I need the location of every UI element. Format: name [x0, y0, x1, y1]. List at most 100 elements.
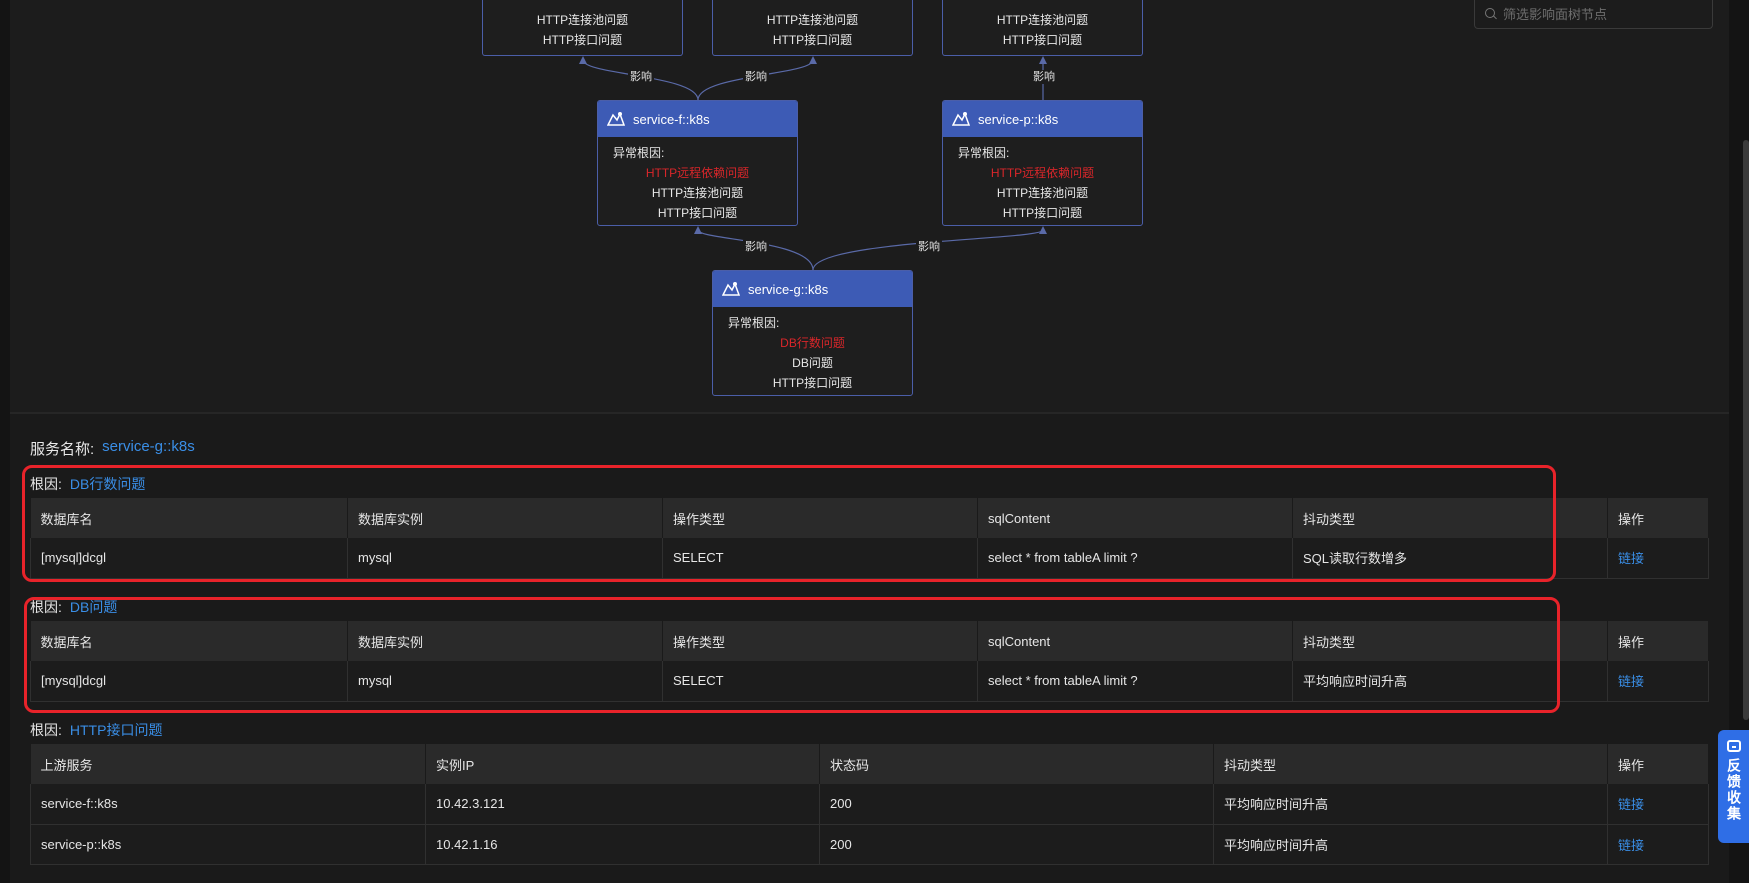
column-header: 数据库实例	[347, 621, 663, 661]
feedback-label: 反馈收集	[1726, 758, 1742, 822]
table-row: service-p::k8s 10.42.1.16 200 平均响应时间升高 链…	[30, 824, 1709, 865]
root-cause-item: HTTP连接池问题	[996, 186, 1089, 200]
table-cell: SELECT	[662, 538, 978, 579]
link-action[interactable]: 链接	[1618, 674, 1644, 689]
table-cell: 平均响应时间升高	[1292, 661, 1608, 702]
edge-label-impact: 影响	[743, 70, 769, 84]
action-cell: 链接	[1607, 538, 1709, 579]
service-name-label: 服务名称:	[30, 441, 95, 458]
table-cell: 平均响应时间升高	[1213, 784, 1608, 825]
column-header: 抖动类型	[1292, 621, 1608, 661]
table-cell: select * from tableA limit ?	[977, 661, 1293, 702]
root-cause-item: DB问题	[792, 356, 833, 370]
root-cause-title: 根因: DB问题	[30, 597, 117, 617]
table-row: [mysql]dcgl mysql SELECT select * from t…	[30, 538, 1709, 579]
tree-node-service-f[interactable]: service-f::k8s 异常根因: HTTP远程依赖问题 HTTP连接池问…	[597, 100, 798, 226]
table-row: service-f::k8s 10.42.3.121 200 平均响应时间升高 …	[30, 784, 1709, 825]
edge-label-impact: 影响	[743, 240, 769, 254]
root-cause-label: 异常根因:	[958, 146, 1010, 160]
db-rows-table: 数据库名 数据库实例 操作类型 sqlContent 抖动类型 操作 [mysq…	[30, 498, 1709, 579]
column-header: sqlContent	[977, 621, 1293, 661]
link-action[interactable]: 链接	[1618, 551, 1644, 566]
table-cell: SELECT	[662, 661, 978, 702]
search-icon	[1485, 8, 1497, 20]
root-cause-title: 根因: DB行数问题	[30, 474, 145, 494]
tree-node-top-2[interactable]: HTTP连接池问题 HTTP接口问题	[712, 0, 913, 56]
root-cause-key: 根因:	[30, 722, 62, 738]
table-cell: 10.42.3.121	[425, 784, 820, 825]
root-cause-item: HTTP接口问题	[542, 33, 623, 47]
column-header: 操作	[1607, 498, 1709, 538]
node-filter-input[interactable]	[1503, 6, 1703, 22]
column-header: 操作	[1607, 621, 1709, 661]
node-filter-search[interactable]	[1474, 0, 1713, 29]
root-cause-item: HTTP接口问题	[772, 376, 853, 390]
column-header: 实例IP	[425, 744, 820, 784]
column-header: 数据库实例	[347, 498, 663, 538]
edge-label-impact: 影响	[1031, 70, 1057, 84]
root-cause-label: 异常根因:	[613, 146, 665, 160]
root-cause-item: HTTP连接池问题	[536, 13, 629, 27]
action-cell: 链接	[1607, 784, 1709, 825]
root-cause-item: HTTP接口问题	[657, 206, 738, 220]
link-action[interactable]: 链接	[1618, 838, 1644, 853]
table-cell: SQL读取行数增多	[1292, 538, 1608, 579]
column-header: 操作	[1607, 744, 1709, 784]
service-icon	[607, 112, 625, 126]
service-icon	[952, 112, 970, 126]
root-cause-value[interactable]: HTTP接口问题	[70, 720, 163, 740]
node-title: service-p::k8s	[978, 111, 1059, 127]
table-cell: [mysql]dcgl	[30, 538, 348, 579]
db-table: 数据库名 数据库实例 操作类型 sqlContent 抖动类型 操作 [mysq…	[30, 621, 1709, 702]
column-header: 上游服务	[30, 744, 426, 784]
table-cell: mysql	[347, 661, 663, 702]
table-row: [mysql]dcgl mysql SELECT select * from t…	[30, 661, 1709, 702]
root-cause-item: HTTP连接池问题	[996, 13, 1089, 27]
edge-label-impact: 影响	[628, 70, 654, 84]
table-cell: select * from tableA limit ?	[977, 538, 1293, 579]
table-cell: 平均响应时间升高	[1213, 824, 1608, 865]
scrollbar[interactable]	[1743, 140, 1749, 720]
root-cause-value[interactable]: DB问题	[70, 597, 117, 617]
tree-node-service-g[interactable]: service-g::k8s 异常根因: DB行数问题 DB问题 HTTP接口问…	[712, 270, 913, 396]
column-header: 数据库名	[30, 621, 348, 661]
root-cause-item: HTTP接口问题	[1002, 206, 1083, 220]
column-header: 状态码	[819, 744, 1214, 784]
root-cause-item: HTTP接口问题	[772, 33, 853, 47]
node-title: service-f::k8s	[633, 111, 710, 127]
http-table: 上游服务 实例IP 状态码 抖动类型 操作 service-f::k8s 10.…	[30, 744, 1709, 865]
service-name-value[interactable]: service-g::k8s	[102, 438, 195, 459]
column-header: 抖动类型	[1292, 498, 1608, 538]
action-cell: 链接	[1607, 661, 1709, 702]
column-header: 操作类型	[662, 498, 978, 538]
tree-node-top-1[interactable]: HTTP连接池问题 HTTP接口问题	[482, 0, 683, 56]
service-icon	[722, 282, 740, 296]
table-cell: service-p::k8s	[30, 824, 426, 865]
root-cause-label: 异常根因:	[728, 316, 780, 330]
feedback-button[interactable]: 反馈收集	[1718, 730, 1749, 843]
root-cause-item: HTTP连接池问题	[766, 13, 859, 27]
root-cause-value[interactable]: DB行数问题	[70, 474, 145, 494]
table-cell: [mysql]dcgl	[30, 661, 348, 702]
table-cell: 10.42.1.16	[425, 824, 820, 865]
root-cause-primary: HTTP远程依赖问题	[990, 166, 1095, 180]
service-name-row: 服务名称: service-g::k8s	[30, 438, 195, 459]
feedback-icon	[1726, 740, 1741, 752]
service-detail-panel: 服务名称: service-g::k8s 根因: DB行数问题 数据库名 数据库…	[10, 412, 1729, 883]
tree-node-top-3[interactable]: HTTP连接池问题 HTTP接口问题	[942, 0, 1143, 56]
root-cause-title: 根因: HTTP接口问题	[30, 720, 162, 740]
table-cell: 200	[819, 784, 1214, 825]
edge-label-impact: 影响	[916, 240, 942, 254]
column-header: 操作类型	[662, 621, 978, 661]
node-title: service-g::k8s	[748, 281, 829, 297]
link-action[interactable]: 链接	[1618, 797, 1644, 812]
column-header: 数据库名	[30, 498, 348, 538]
root-cause-primary: DB行数问题	[780, 336, 845, 350]
action-cell: 链接	[1607, 824, 1709, 865]
root-cause-primary: HTTP远程依赖问题	[645, 166, 750, 180]
table-cell: service-f::k8s	[30, 784, 426, 825]
tree-node-service-p[interactable]: service-p::k8s 异常根因: HTTP远程依赖问题 HTTP连接池问…	[942, 100, 1143, 226]
root-cause-key: 根因:	[30, 476, 62, 492]
root-cause-item: HTTP接口问题	[1002, 33, 1083, 47]
table-cell: 200	[819, 824, 1214, 865]
